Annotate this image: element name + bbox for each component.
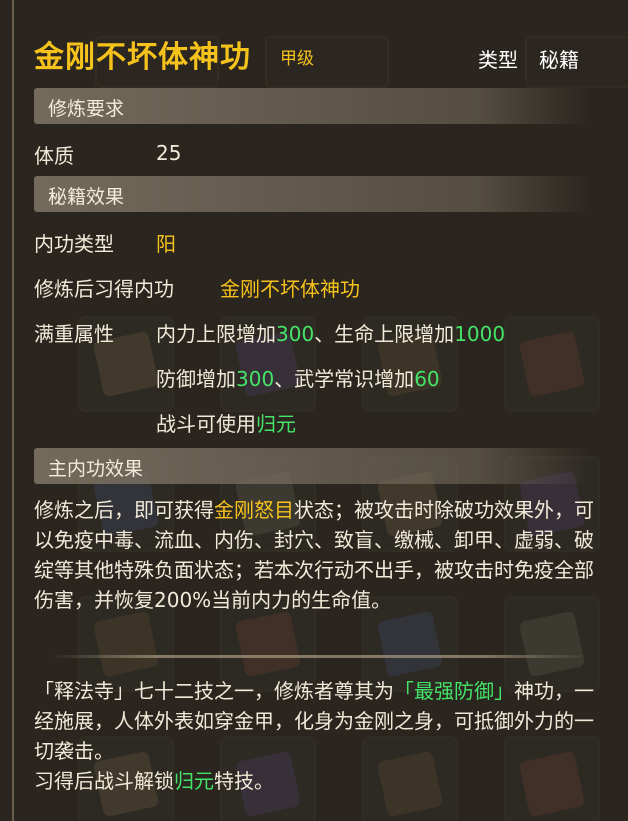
attr-text: 防御增加 xyxy=(156,367,236,391)
tooltip-header: 金刚不坏体神功 甲级 类型 秘籍 xyxy=(0,0,628,90)
attr-text: 、生命上限增加 xyxy=(314,322,455,346)
full-attr-label: 满重属性 xyxy=(34,322,114,346)
learn-value: 金刚不坏体神功 xyxy=(220,277,360,301)
attr-text: 、武学常识增加 xyxy=(274,367,415,391)
main-effect-description: 修炼之后，即可获得金刚怒目状态；被攻击时除破功效果外，可以免疫中毒、流血、内伤、… xyxy=(34,495,609,615)
item-grade: 甲级 xyxy=(280,49,314,69)
skill-name: 归元 xyxy=(174,769,214,793)
section-main-effect: 主内功效果 xyxy=(34,448,590,484)
effect-text: 修炼之后，即可获得 xyxy=(34,498,214,522)
status-name: 金刚怒目 xyxy=(214,498,294,522)
item-tooltip-panel: 金刚不坏体神功 甲级 类型 秘籍 修炼要求 体质 25 秘籍效果 内功类型 阳 … xyxy=(0,0,628,821)
section-title: 主内功效果 xyxy=(48,458,144,480)
learn-label: 修炼后习得内功 xyxy=(34,277,174,301)
full-attr-line-3: 战斗可使用归元 xyxy=(156,408,296,437)
attr-text: 战斗可使用 xyxy=(156,412,256,436)
divider xyxy=(50,655,590,658)
item-title: 金刚不坏体神功 xyxy=(34,40,251,75)
full-attr-line-2: 防御增加300、武学常识增加60 xyxy=(156,363,440,392)
full-attr-line-1: 内力上限增加300、生命上限增加1000 xyxy=(156,318,505,347)
attr-value: 60 xyxy=(414,367,440,391)
skill-name: 归元 xyxy=(256,412,296,436)
lore-description: 「释法寺」七十二技之一，修炼者尊其为「最强防御」神功，一经施展，人体外表如穿金甲… xyxy=(34,676,609,796)
lore-highlight: 「最强防御」 xyxy=(394,679,514,703)
attr-value: 1000 xyxy=(454,322,506,346)
lore-text: 「释法寺」七十二技之一，修炼者尊其为 xyxy=(34,679,394,703)
lore-text: 特技。 xyxy=(214,769,274,793)
stat-value: 25 xyxy=(156,141,182,165)
section-title: 秘籍效果 xyxy=(48,186,125,208)
section-book-effects: 秘籍效果 xyxy=(34,176,590,212)
attr-value: 300 xyxy=(236,367,275,391)
stat-label: 体质 xyxy=(34,144,74,168)
type-label: 类型 xyxy=(478,48,518,72)
attr-value: 300 xyxy=(276,322,315,346)
section-title: 修炼要求 xyxy=(48,98,125,120)
inner-type-value: 阳 xyxy=(156,232,176,256)
lore-text: 习得后战斗解锁 xyxy=(34,769,174,793)
inner-type-label: 内功类型 xyxy=(34,232,114,256)
section-requirements: 修炼要求 xyxy=(34,88,590,124)
type-value: 秘籍 xyxy=(539,48,579,72)
attr-text: 内力上限增加 xyxy=(156,322,276,346)
